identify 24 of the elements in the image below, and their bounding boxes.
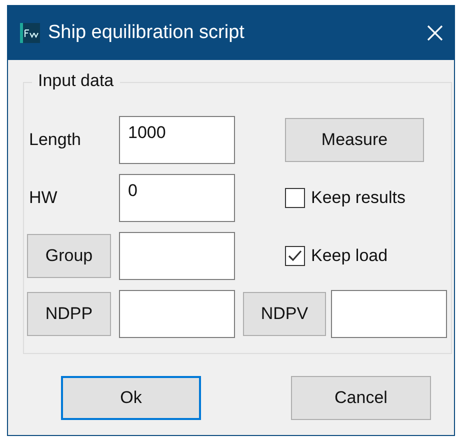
checkbox-text: Keep load: [311, 246, 388, 266]
group-title: Input data: [32, 71, 120, 91]
measure-button[interactable]: Measure: [285, 118, 424, 162]
checkbox-label[interactable]: Keep results: [243, 188, 447, 208]
input-field[interactable]: 0: [119, 174, 235, 222]
checkbox-label[interactable]: Keep load: [243, 246, 447, 266]
checkbox-text: Keep results: [311, 188, 406, 208]
field-label: HW: [28, 188, 58, 208]
field-label: Length: [28, 130, 82, 150]
input-field[interactable]: [119, 290, 235, 338]
checkbox[interactable]: [285, 246, 305, 266]
field-button[interactable]: NDPP: [27, 292, 111, 336]
field-button[interactable]: Group: [27, 234, 111, 278]
app-icon: [20, 23, 40, 43]
dialog-button[interactable]: Cancel: [291, 376, 431, 420]
checkbox[interactable]: [285, 188, 305, 208]
close-icon[interactable]: [426, 24, 444, 42]
input-field[interactable]: [331, 290, 447, 338]
input-field[interactable]: [119, 232, 235, 280]
window-title: Ship equilibration script: [48, 22, 246, 44]
ndpv-button[interactable]: NDPV: [243, 292, 326, 336]
check-icon: [288, 250, 302, 262]
input-field[interactable]: 1000: [119, 116, 235, 164]
dialog-button[interactable]: Ok: [61, 376, 201, 420]
